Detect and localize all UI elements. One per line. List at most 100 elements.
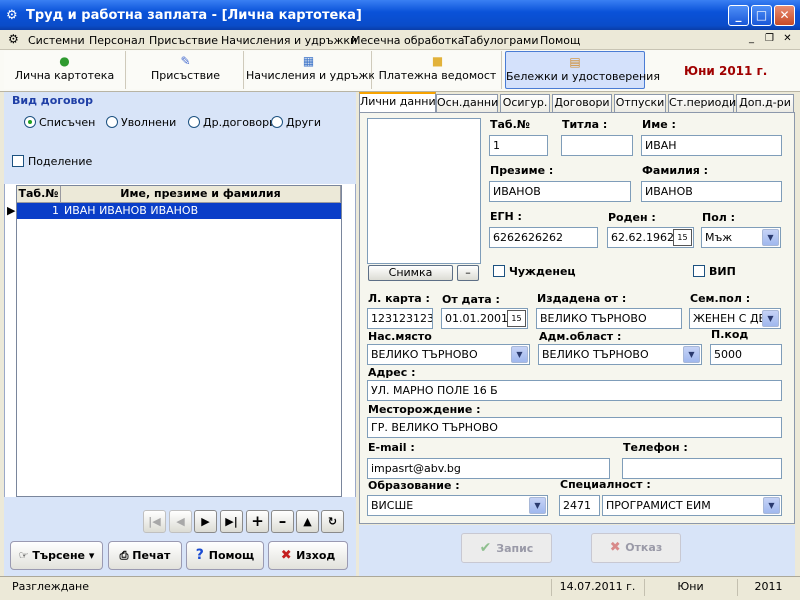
menu-attendance[interactable]: Присъствие <box>149 34 218 47</box>
delete-record-button[interactable]: – <box>271 510 294 533</box>
cancel-label: Отказ <box>625 541 663 554</box>
first-name-field[interactable]: ИВАН <box>641 135 782 156</box>
add-record-button[interactable]: + <box>246 510 269 533</box>
menu-accruals[interactable]: Начисления и удръжки <box>221 34 357 47</box>
print-button[interactable]: ⎙ Печат <box>108 541 182 570</box>
chevron-down-icon[interactable]: ▼ <box>683 346 700 363</box>
radio-payroll[interactable]: Списъчен <box>24 116 95 129</box>
edit-record-button[interactable]: ▲ <box>296 510 319 533</box>
tab-personal-data[interactable]: Лични данни <box>359 92 436 113</box>
address-field[interactable]: УЛ. МАРНО ПОЛЕ 16 Б <box>367 380 782 401</box>
radio-others[interactable]: Други <box>271 116 321 129</box>
grid-header-tabno[interactable]: Таб.№ <box>17 186 61 203</box>
email-field[interactable]: impasrt@abv.bg <box>367 458 610 479</box>
radio-dismissed-label: Уволнени <box>121 116 177 129</box>
city-select[interactable]: ВЕЛИКО ТЪРНОВО ▼ <box>367 344 530 365</box>
exit-button[interactable]: ✖ Изход <box>268 541 348 570</box>
menu-help[interactable]: Помощ <box>540 34 580 47</box>
mdi-restore-icon[interactable]: ❐ <box>762 32 777 47</box>
photo-button[interactable]: Снимка <box>368 265 453 281</box>
egn-label: ЕГН : <box>490 210 522 223</box>
exit-x-icon: ✖ <box>280 548 297 563</box>
minimize-button[interactable]: _ <box>728 5 749 26</box>
cancel-button[interactable]: ✖ Отказ <box>591 533 681 563</box>
accruals-button[interactable]: ▦ Начисления и удръжки <box>246 51 382 89</box>
sex-select[interactable]: Мъж ▼ <box>701 227 781 248</box>
tab-insurance[interactable]: Осигур. <box>500 94 550 112</box>
division-checkbox[interactable]: Поделение <box>12 155 92 168</box>
menu-staff[interactable]: Персонал <box>89 34 145 47</box>
mdi-minimize-icon[interactable]: _ <box>744 32 759 47</box>
last-record-button[interactable]: ▶| <box>220 510 243 533</box>
education-label: Образование : <box>368 479 460 492</box>
marital-select[interactable]: ЖЕНЕН С ДВ ▼ <box>689 308 781 329</box>
specialty-code-field[interactable]: 2471 <box>559 495 600 516</box>
middle-name-field[interactable]: ИВАНОВ <box>489 181 631 202</box>
maximize-button[interactable]: □ <box>751 5 772 26</box>
attendance-button[interactable]: ✎ Присъствие <box>128 51 244 89</box>
radio-dismissed[interactable]: Уволнени <box>106 116 176 129</box>
chevron-down-icon[interactable]: ▼ <box>511 346 528 363</box>
grid-header-name[interactable]: Име, презиме и фамилия <box>61 186 341 203</box>
tab-basic-data[interactable]: Осн.данни <box>436 94 498 112</box>
calendar-icon[interactable]: 15 <box>507 310 526 327</box>
calendar-icon[interactable]: 15 <box>673 229 692 246</box>
egn-field[interactable]: 6262626262 <box>489 227 598 248</box>
personnel-file-button[interactable]: ● Лична картотека <box>4 51 126 89</box>
postcode-field[interactable]: 5000 <box>710 344 782 365</box>
menu-reports[interactable]: Табулограми <box>463 34 538 47</box>
attendance-label: Присъствие <box>150 69 221 82</box>
chevron-down-icon[interactable]: ▼ <box>529 497 546 514</box>
region-select[interactable]: ВЕЛИКО ТЪРНОВО ▼ <box>538 344 702 365</box>
refresh-button[interactable]: ↻ <box>321 510 344 533</box>
prev-record-button[interactable]: ◀ <box>169 510 192 533</box>
remove-photo-button[interactable]: – <box>457 265 479 281</box>
radio-other-contracts[interactable]: Др.договори <box>188 116 276 129</box>
next-record-button[interactable]: ▶ <box>194 510 217 533</box>
notes-certificates-button[interactable]: ▤ Бележки и удостоверения <box>505 51 660 89</box>
chevron-down-icon[interactable]: ▼ <box>763 497 780 514</box>
radio-other-contracts-label: Др.договори <box>203 116 277 129</box>
phone-field[interactable] <box>622 458 782 479</box>
contract-type-group: Вид договор Списъчен Уволнени Др.договор… <box>4 92 356 142</box>
mdi-close-icon[interactable]: ✕ <box>780 32 795 47</box>
payroll-sheet-button[interactable]: ■ Платежна ведомост <box>374 51 502 89</box>
education-select[interactable]: ВИСШЕ ▼ <box>367 495 548 516</box>
folder-icon: ■ <box>431 54 444 68</box>
chevron-down-icon[interactable]: ▼ <box>762 229 779 246</box>
current-month: Юни 2011 г. <box>684 64 768 78</box>
title-field[interactable] <box>561 135 633 156</box>
tab-no-field[interactable]: 1 <box>489 135 548 156</box>
help-button[interactable]: ? Помощ <box>186 541 264 570</box>
foreigner-checkbox[interactable]: Чужденец <box>493 265 576 278</box>
born-date-field[interactable]: 62.62.1962 15 <box>607 227 694 248</box>
specialty-select[interactable]: ПРОГРАМИСТ ЕИМ ▼ <box>602 495 782 516</box>
born-date-value: 62.62.1962 <box>611 231 674 244</box>
first-record-button[interactable]: |◀ <box>143 510 166 533</box>
tab-service-periods[interactable]: Ст.периоди <box>668 94 736 112</box>
last-name-field[interactable]: ИВАНОВ <box>641 181 782 202</box>
menu-monthly[interactable]: Месечна обработка <box>351 34 465 47</box>
tab-extra-contracts[interactable]: Доп.д-ри <box>736 94 794 112</box>
birthplace-field[interactable]: ГР. ВЕЛИКО ТЪРНОВО <box>367 417 782 438</box>
education-value: ВИСШЕ <box>371 499 414 512</box>
save-button[interactable]: ✔ Запис <box>461 533 552 563</box>
tab-leaves[interactable]: Отпуски <box>614 94 666 112</box>
window-title: Труд и работна заплата - [Лична картотек… <box>26 8 362 23</box>
menu-gear-icon[interactable]: ⚙ <box>8 32 19 46</box>
issued-by-field[interactable]: ВЕЛИКО ТЪРНОВО <box>536 308 682 329</box>
app-gear-icon[interactable]: ⚙ <box>6 8 18 23</box>
search-button[interactable]: ☞ Търсене ▾ <box>10 541 103 570</box>
prev-icon: ◀ <box>176 515 185 528</box>
tab-contracts[interactable]: Договори <box>552 94 612 112</box>
close-button[interactable]: ✕ <box>774 5 795 26</box>
table-row[interactable]: ▶ 1 ИВАН ИВАНОВ ИВАНОВ <box>7 203 341 219</box>
checkbox-box <box>12 155 24 167</box>
status-month: Юни <box>644 579 736 596</box>
employee-grid[interactable]: Таб.№ Име, презиме и фамилия ▶ 1 ИВАН ИВ… <box>7 185 342 497</box>
vip-checkbox[interactable]: ВИП <box>693 265 736 278</box>
chevron-down-icon[interactable]: ▼ <box>762 310 779 327</box>
from-date-field[interactable]: 01.01.2001 15 <box>441 308 528 329</box>
menu-system[interactable]: Системни <box>28 34 85 47</box>
id-card-field[interactable]: 123123123 <box>367 308 433 329</box>
